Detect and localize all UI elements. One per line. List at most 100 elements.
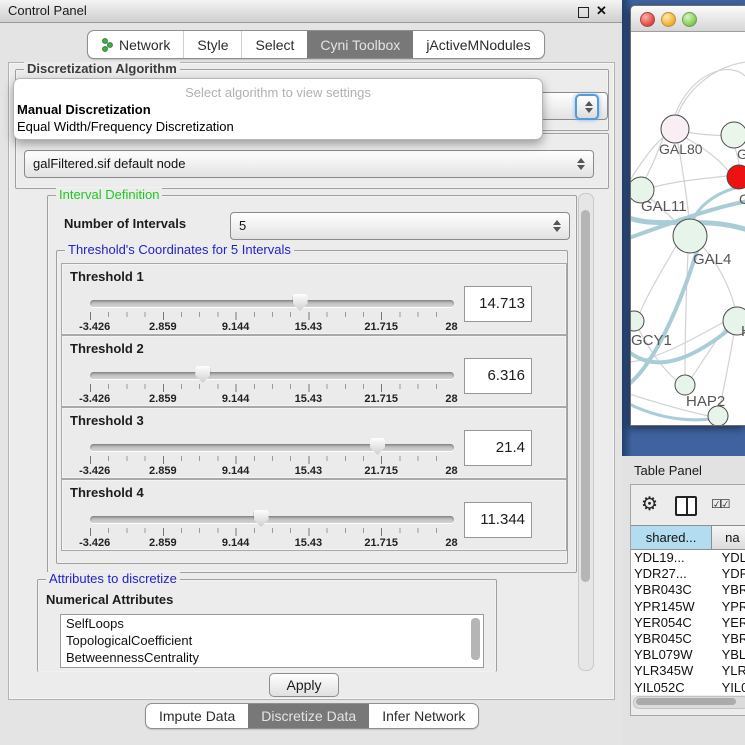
thresholds-group: Threshold's Coordinates for 5 Intervals …: [56, 250, 568, 564]
network-view-window[interactable]: GAL80 GA C GAL11 GAL4 GCY1 H HAP2: [630, 5, 745, 426]
float-window-icon[interactable]: [578, 7, 589, 18]
desktop-background: GAL80 GA C GAL11 GAL4 GCY1 H HAP2: [622, 0, 745, 456]
numerical-attributes-list[interactable]: SelfLoops TopologicalCoefficient Between…: [60, 614, 484, 668]
table-row[interactable]: YDR27...YDR2: [631, 566, 745, 582]
horizontal-scrollbar[interactable]: [633, 696, 745, 709]
threshold-2-value-field[interactable]: 6.316: [464, 358, 532, 394]
node-label: GCY1: [631, 332, 672, 349]
threshold-2-label: Threshold 2: [70, 341, 144, 356]
spinner-arrows-icon: [553, 219, 562, 233]
threshold-1-value-field[interactable]: 14.713: [464, 286, 532, 322]
table-row[interactable]: YPR145WYPR1: [631, 599, 745, 615]
dropdown-option-manual-discretization[interactable]: Manual Discretization: [17, 102, 151, 117]
table-row[interactable]: YDL19...YDL1: [631, 550, 745, 566]
threshold-2-slider[interactable]: -3.426 2.859 9.144 15.43 21.715 28: [90, 364, 454, 404]
node-selected-red[interactable]: [727, 165, 745, 189]
checkboxes-icon[interactable]: ☑☑: [711, 497, 729, 511]
table-header-row: shared... na: [631, 525, 745, 550]
spinner-arrows-icon: [585, 100, 594, 114]
spinner-arrows-icon: [577, 157, 586, 171]
thresholds-group-title: Threshold's Coordinates for 5 Intervals: [65, 243, 294, 257]
close-traffic-light-icon[interactable]: [640, 12, 655, 27]
discretization-algorithm-group-title: Discretization Algorithm: [24, 62, 180, 76]
gear-icon[interactable]: ⚙: [641, 493, 658, 516]
tab-infer-network[interactable]: Infer Network: [369, 704, 478, 728]
column-header-name[interactable]: na: [712, 525, 745, 550]
slider-thumb[interactable]: [370, 438, 385, 455]
threshold-4-value-field[interactable]: 11.344: [464, 502, 532, 538]
dropdown-option-equal-width-frequency[interactable]: Equal Width/Frequency Discretization: [17, 119, 234, 134]
panel-scrollbar-thumb[interactable]: [581, 210, 590, 582]
tab-style[interactable]: Style: [183, 31, 241, 58]
horizontal-scrollbar-thumb[interactable]: [636, 698, 736, 705]
close-icon[interactable]: ✕: [596, 3, 607, 19]
threshold-4-slider[interactable]: -3.426 2.859 9.144 15.43 21.715 28: [90, 508, 454, 548]
node-label: HAP2: [686, 393, 725, 410]
network-nodes[interactable]: [631, 115, 745, 425]
screen: Control Panel ✕ Network Style Select Cyn…: [0, 0, 745, 745]
table-panel-title: Table Panel: [634, 463, 702, 478]
network-window-titlebar[interactable]: [631, 6, 745, 32]
attributes-group-title: Attributes to discretize: [46, 572, 180, 586]
table-panel-box: ⚙ ☑☑ shared... na YDL19...YDL1 YDR27...Y…: [630, 484, 745, 716]
slider-track[interactable]: [90, 444, 454, 451]
slider-thumb[interactable]: [195, 366, 210, 383]
interval-definition-group: Interval Definition Number of Intervals …: [47, 195, 577, 573]
apply-button[interactable]: Apply: [269, 673, 339, 697]
network-icon: [101, 38, 114, 52]
threshold-3-label: Threshold 3: [70, 413, 144, 428]
tab-impute-data[interactable]: Impute Data: [146, 704, 248, 728]
threshold-4-label: Threshold 4: [70, 485, 144, 500]
list-scrollbar-thumb[interactable]: [471, 618, 480, 660]
slider-scale: -3.426 2.859 9.144 15.43 21.715 28: [90, 465, 454, 477]
table-row[interactable]: YIL052CYIL0: [631, 680, 745, 696]
node-label: GAL11: [641, 198, 687, 215]
tab-cyni-toolbox[interactable]: Cyni Toolbox: [307, 31, 413, 58]
algorithm-combobox-spinner[interactable]: [575, 94, 599, 120]
panel-scrollbar[interactable]: [578, 193, 594, 671]
columns-icon[interactable]: [675, 496, 697, 516]
network-graph-canvas[interactable]: GAL80 GA C GAL11 GAL4 GCY1 H HAP2: [631, 32, 745, 425]
table-row[interactable]: YBR043CYBR0: [631, 582, 745, 598]
tab-network[interactable]: Network: [88, 31, 183, 58]
list-item[interactable]: TopologicalCoefficient: [61, 632, 483, 649]
slider-track[interactable]: [90, 516, 454, 523]
threshold-4-box: Threshold 4 -3.426 2.859 9.144 15.43 21.…: [61, 479, 567, 551]
table-row[interactable]: YER054CYER0: [631, 615, 745, 631]
node-hap2[interactable]: [675, 375, 695, 395]
threshold-1-slider[interactable]: -3.426 2.859 9.144 15.43 21.715 28: [90, 292, 454, 332]
threshold-3-box: Threshold 3 -3.426 2.859 9.144 15.43 21.…: [61, 407, 567, 479]
slider-track[interactable]: [90, 372, 454, 379]
threshold-3-value-field[interactable]: 21.4: [464, 430, 532, 466]
attributes-group: Attributes to discretize Numerical Attri…: [37, 579, 497, 672]
node-label: H: [741, 323, 745, 340]
slider-scale: -3.426 2.859 9.144 15.43 21.715 28: [90, 321, 454, 333]
tab-discretize-data[interactable]: Discretize Data: [248, 704, 369, 728]
tab-jactivemnodules[interactable]: jActiveMNodules: [413, 31, 543, 58]
table-row[interactable]: YBR045CYBR0: [631, 631, 745, 647]
node-gcy1[interactable]: [631, 311, 644, 331]
zoom-traffic-light-icon[interactable]: [682, 12, 697, 27]
algorithm-dropdown-popup: Select algorithm to view settings Manual…: [13, 78, 543, 140]
threshold-1-label: Threshold 1: [70, 269, 144, 284]
slider-scale: -3.426 2.859 9.144 15.43 21.715 28: [90, 393, 454, 405]
slider-thumb[interactable]: [293, 294, 308, 311]
list-item[interactable]: SelfLoops: [61, 615, 483, 632]
slider-thumb[interactable]: [254, 510, 269, 527]
control-panel-titlebar: Control Panel ✕: [0, 0, 622, 23]
table-row[interactable]: YLR345WYLR3: [631, 663, 745, 679]
tab-select[interactable]: Select: [241, 31, 307, 58]
number-of-intervals-combobox[interactable]: 5: [230, 212, 570, 240]
node-gal4[interactable]: [673, 219, 707, 253]
slider-scale: -3.426 2.859 9.144 15.43 21.715 28: [90, 537, 454, 549]
column-header-shared[interactable]: shared...: [631, 525, 712, 550]
minimize-traffic-light-icon[interactable]: [661, 12, 676, 27]
threshold-3-slider[interactable]: -3.426 2.859 9.144 15.43 21.715 28: [90, 436, 454, 476]
threshold-2-box: Threshold 2 -3.426 2.859 9.144 15.43 21.…: [61, 335, 567, 407]
table-data-combobox[interactable]: galFiltered.sif default node: [24, 150, 594, 178]
node-gal-partial[interactable]: [721, 122, 745, 148]
table-row[interactable]: YBL079WYBL0: [631, 647, 745, 663]
list-item[interactable]: BetweennessCentrality: [61, 649, 483, 666]
node-gal80[interactable]: [661, 115, 689, 143]
slider-track[interactable]: [90, 300, 454, 307]
